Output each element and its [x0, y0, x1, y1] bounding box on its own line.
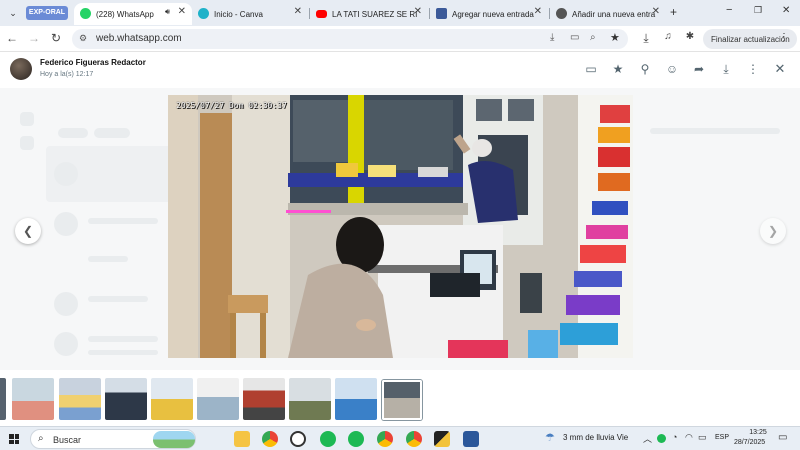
chrome-icon[interactable]: [377, 431, 393, 447]
tab-title: (228) WhatsApp: [96, 9, 154, 19]
tab-add-entry[interactable]: Agregar nueva entrada ✕: [430, 3, 548, 25]
close-icon[interactable]: ✕: [652, 6, 660, 17]
wordpress-icon: [436, 8, 447, 19]
sent-time: Hoy a la(s) 12:17: [40, 71, 94, 78]
profile-badge[interactable]: EXP-ORAL: [26, 6, 68, 20]
thumbnail[interactable]: [243, 378, 285, 420]
extensions-icon[interactable]: ✱: [682, 31, 698, 42]
sender-name: Federico Figueras Redactor: [40, 58, 146, 67]
next-media-button[interactable]: ❯: [760, 218, 786, 244]
tab-title: Inicio - Canva: [214, 9, 263, 19]
media-viewer-header: Federico Figueras Redactor Hoy a la(s) 1…: [0, 52, 800, 88]
whatsapp-icon[interactable]: [290, 431, 306, 447]
sticky-notes-icon[interactable]: [434, 431, 450, 447]
cctv-image: [168, 95, 633, 358]
thumbnail[interactable]: [335, 378, 377, 420]
tab-title: Agregar nueva entrada: [452, 9, 534, 19]
search-input[interactable]: ⌕ Buscar: [30, 429, 196, 449]
thumbnail-selected[interactable]: [382, 380, 422, 420]
forward-button[interactable]: →: [26, 31, 42, 45]
tab-youtube[interactable]: LA TATI SUAREZ SE RI ✕: [310, 3, 428, 25]
windows-start-icon[interactable]: [9, 434, 19, 444]
avatar[interactable]: [10, 58, 32, 80]
more-options-icon[interactable]: ⋮: [746, 62, 760, 76]
thumbnail-strip: [0, 372, 800, 424]
wifi-icon[interactable]: ◠: [685, 432, 693, 443]
forward-icon[interactable]: ➦: [692, 62, 706, 76]
previous-media-button[interactable]: ❮: [15, 218, 41, 244]
weather-icon[interactable]: ☂: [545, 431, 555, 444]
language-indicator[interactable]: ESP: [715, 434, 729, 441]
thumbnail[interactable]: [197, 378, 239, 420]
thumbnail[interactable]: [289, 378, 331, 420]
whatsapp-icon: [80, 8, 91, 19]
back-button[interactable]: ←: [4, 31, 20, 45]
tray-app-icon[interactable]: [657, 434, 666, 443]
close-icon[interactable]: ✕: [178, 6, 186, 17]
close-icon[interactable]: ✕: [773, 62, 787, 76]
camera-timestamp: 2025/07/27 Dom 02:30:37: [176, 101, 287, 110]
thumbnail[interactable]: [59, 378, 101, 420]
thumbnail[interactable]: [0, 378, 6, 420]
close-window-button[interactable]: ✕: [782, 5, 790, 16]
file-explorer-icon[interactable]: [234, 431, 250, 447]
thumbnail[interactable]: [151, 378, 193, 420]
spotify-icon[interactable]: [348, 431, 364, 447]
network-icon[interactable]: ◔: [672, 432, 677, 442]
tab-title: LA TATI SUAREZ SE RI: [332, 9, 418, 19]
search-highlight-image: [153, 431, 195, 448]
word-icon[interactable]: [463, 431, 479, 447]
media-image[interactable]: 2025/07/27 Dom 02:30:37: [168, 95, 633, 358]
reload-button[interactable]: ↻: [48, 31, 64, 45]
chevron-up-icon[interactable]: ︿: [643, 432, 652, 445]
battery-icon[interactable]: ▭: [698, 432, 707, 443]
close-icon[interactable]: ✕: [294, 6, 302, 17]
chrome-icon[interactable]: [406, 431, 422, 447]
wordpress-icon: [556, 8, 567, 19]
zoom-icon[interactable]: ⌕: [590, 32, 596, 43]
browser-toolbar: ← → ↻ ⚙ web.whatsapp.com ⤓ ▭ ⌕ ★ ⤓ ♫ ✱ F…: [0, 26, 800, 52]
close-icon[interactable]: ✕: [534, 6, 542, 17]
emoji-icon[interactable]: ☺: [665, 62, 679, 76]
tab-whatsapp[interactable]: (228) WhatsApp 🔊︎ ✕: [74, 3, 192, 25]
search-icon: ⌕: [38, 433, 44, 444]
star-icon[interactable]: ★: [611, 62, 625, 76]
notification-icon[interactable]: ▭: [778, 432, 787, 443]
taskbar: ⌕ Buscar ☂ 3 mm de lluvia Vie ︿ ◔ ◠ ▭ ES…: [0, 426, 800, 450]
spotify-icon[interactable]: [320, 431, 336, 447]
tab-canva[interactable]: Inicio - Canva ✕: [192, 3, 308, 25]
tab-title: Añadir una nueva entra: [572, 9, 656, 19]
weather-status[interactable]: 3 mm de lluvia Vie: [563, 433, 628, 442]
message-icon[interactable]: ▭: [584, 62, 598, 76]
pin-icon[interactable]: ⚲: [638, 62, 652, 76]
menu-dots-icon[interactable]: ⋮: [779, 32, 789, 43]
canva-icon: [198, 8, 209, 19]
minimize-button[interactable]: −: [726, 4, 732, 16]
media-control-icon[interactable]: ♫: [660, 31, 676, 42]
tab-search-button[interactable]: ⌄: [6, 6, 20, 20]
search-placeholder: Buscar: [53, 435, 82, 445]
tab-new-entry[interactable]: Añadir una nueva entra ✕: [550, 3, 666, 25]
download-icon[interactable]: ⤓: [550, 32, 554, 43]
chrome-icon[interactable]: [262, 431, 278, 447]
update-button-label: Finalizar actualización: [711, 34, 790, 44]
downloads-icon[interactable]: ⤓: [638, 31, 654, 46]
address-bar[interactable]: ⚙ web.whatsapp.com ⤓ ▭ ⌕ ★: [72, 29, 628, 49]
browser-tab-strip: ⌄ EXP-ORAL (228) WhatsApp 🔊︎ ✕ Inicio - …: [0, 0, 800, 26]
youtube-icon: [316, 10, 327, 18]
maximize-button[interactable]: ❐: [754, 5, 762, 16]
close-icon[interactable]: ✕: [414, 6, 422, 17]
download-icon[interactable]: ⤓: [719, 62, 733, 76]
clock-time[interactable]: 13:25: [740, 429, 776, 436]
update-button[interactable]: Finalizar actualización ⋮: [703, 29, 797, 49]
url-text[interactable]: web.whatsapp.com: [96, 33, 182, 44]
bookmark-star-icon[interactable]: ★: [610, 31, 620, 44]
clock-date[interactable]: 28/7/2025: [734, 439, 765, 446]
cast-icon[interactable]: ▭: [570, 32, 579, 43]
thumbnail[interactable]: [105, 378, 147, 420]
new-tab-button[interactable]: +: [670, 5, 677, 19]
site-settings-icon[interactable]: ⚙: [79, 33, 87, 44]
speaker-icon: 🔊︎: [164, 7, 170, 16]
thumbnail[interactable]: [12, 378, 54, 420]
